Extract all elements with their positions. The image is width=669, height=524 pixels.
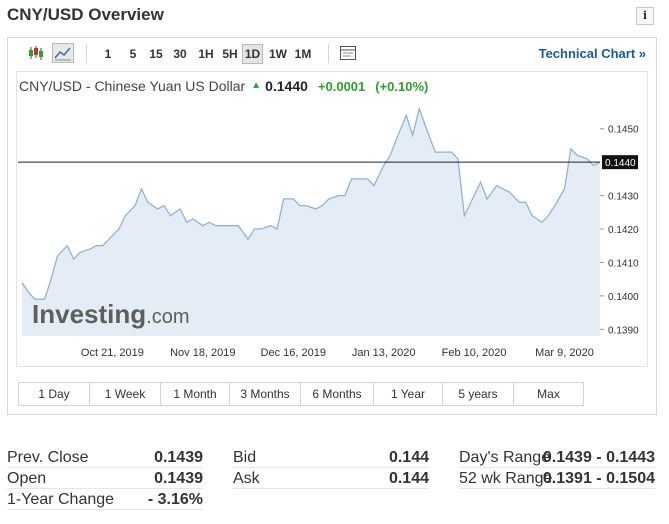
range-max[interactable]: Max [514, 383, 583, 405]
stat-label: Prev. Close [7, 449, 89, 466]
watermark-brand: Investing [32, 299, 146, 329]
stat-value: 0.144 [388, 470, 429, 487]
stat-label: Ask [233, 470, 260, 487]
stat-value: - 3.16% [147, 491, 203, 508]
y-tick-label: 0.1390 [608, 325, 639, 336]
y-tick-label: 0.1410 [608, 258, 639, 269]
current-price-label: 0.1440 [605, 158, 636, 169]
stat-label: Bid [233, 449, 257, 466]
y-tick-label: 0.1430 [608, 192, 639, 203]
stat-value: 0.1439 [154, 449, 203, 466]
stat-row-52-wk-range: 52 wk Range 0.1391 - 0.1504 [459, 468, 655, 489]
x-tick-label: Dec 16, 2019 [261, 347, 326, 359]
stat-row-bid: Bid 0.144 [233, 447, 429, 468]
stat-value: 0.1391 - 0.1504 [542, 470, 655, 487]
stat-row-prev-close: Prev. Close 0.1439 [7, 447, 203, 468]
stat-row-day-s-range: Day's Range 0.1439 - 0.1443 [459, 447, 655, 468]
stat-row-ask: Ask 0.144 [233, 468, 429, 489]
stat-value: 0.1439 [154, 470, 203, 487]
price-chart: 0.1450 0.1430 0.1420 0.1410 0.1400 0.1390 0.14… [18, 106, 639, 359]
stat-label: 1-Year Change [7, 491, 115, 508]
stat-value: 0.144 [388, 449, 429, 466]
y-tick-label: 0.1400 [608, 292, 639, 303]
time-range-selector: 1 Day 1 Week 1 Month 3 Months 6 Months 1 Year… [18, 382, 584, 406]
range-1-day[interactable]: 1 Day [19, 383, 90, 405]
stat-row-1-year-change: 1-Year Change - 3.16% [7, 489, 203, 510]
range-5-years[interactable]: 5 years [443, 383, 514, 405]
range-1-year[interactable]: 1 Year [374, 383, 443, 405]
x-tick-label: Oct 21, 2019 [81, 347, 144, 359]
page-title: CNY/USD Overview [7, 5, 164, 24]
y-tick-label: 0.1450 [608, 125, 639, 136]
stat-row-open: Open 0.1439 [7, 468, 203, 489]
info-icon[interactable]: i [636, 7, 654, 25]
stat-label: 52 wk Range [459, 470, 553, 487]
x-tick-label: Mar 9, 2020 [535, 347, 594, 359]
range-6-months[interactable]: 6 Months [301, 383, 374, 405]
chart-widget: 1 5 15 30 1H 5H 1D 1W 1M Technical Chart » CNY/U… [7, 37, 657, 415]
range-1-month[interactable]: 1 Month [161, 383, 230, 405]
stat-label: Open [7, 470, 47, 487]
stat-value: 0.1439 - 0.1443 [542, 449, 655, 466]
watermark-suffix: .com [146, 306, 189, 328]
x-tick-label: Jan 13, 2020 [352, 347, 416, 359]
x-tick-label: Nov 18, 2019 [170, 347, 235, 359]
stat-label: Day's Range [459, 449, 551, 466]
range-1-week[interactable]: 1 Week [90, 383, 161, 405]
range-3-months[interactable]: 3 Months [230, 383, 301, 405]
y-tick-label: 0.1420 [608, 225, 639, 236]
x-tick-label: Feb 10, 2020 [442, 347, 507, 359]
